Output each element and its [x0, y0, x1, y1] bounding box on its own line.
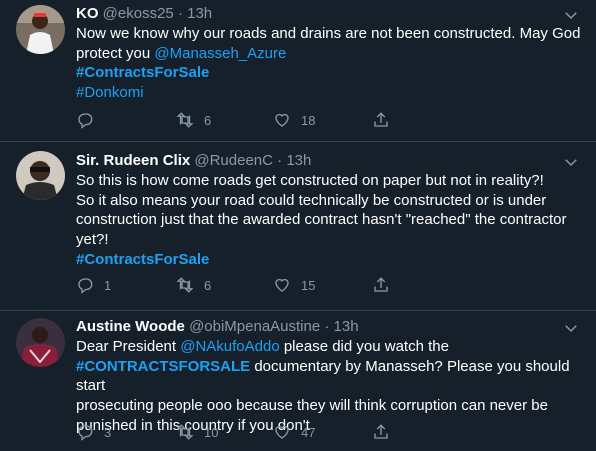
retweet-button[interactable]: 10: [176, 422, 218, 442]
timestamp[interactable]: 13h: [334, 318, 359, 335]
heart-icon: [275, 278, 289, 292]
text-line: yet?!: [76, 231, 109, 249]
tweet-text: So this is how come roads get constructe…: [76, 171, 581, 270]
text-line: protect you @Manasseh_Azure: [76, 44, 581, 64]
tweet[interactable]: KO @ekoss25 · 13h Now we know why our ro…: [0, 0, 596, 142]
tweet-header: Austine Woode @obiMpenaAustine · 13h: [76, 317, 359, 337]
reply-count: 3: [104, 424, 112, 440]
retweet-count: 10: [204, 424, 219, 440]
reply-button[interactable]: [76, 110, 94, 130]
author-name[interactable]: Austine Woode: [76, 318, 185, 335]
like-count: 15: [301, 277, 316, 293]
tweet[interactable]: Austine Woode @obiMpenaAustine · 13h Dea…: [0, 311, 596, 451]
reply-icon: [78, 113, 93, 129]
share-button[interactable]: [372, 422, 390, 442]
share-icon: [374, 277, 388, 292]
author-handle[interactable]: @ekoss25: [103, 5, 174, 22]
author-handle[interactable]: @RudeenC: [194, 152, 273, 169]
avatar[interactable]: [16, 318, 65, 367]
timestamp[interactable]: 13h: [187, 5, 212, 22]
mention-link[interactable]: @NAkufoAddo: [180, 338, 279, 355]
tweet-header: Sir. Rudeen Clix @RudeenC · 13h: [76, 151, 311, 171]
author-name[interactable]: KO: [76, 5, 99, 22]
like-button[interactable]: 18: [273, 110, 315, 130]
retweet-button[interactable]: 6: [176, 110, 211, 130]
retweet-icon: [176, 112, 194, 128]
text-fragment: protect you: [76, 44, 155, 62]
hashtag-link[interactable]: #ContractsForSale: [76, 251, 209, 268]
text-fragment: Dear President: [76, 338, 181, 355]
like-button[interactable]: 47: [273, 422, 315, 442]
chevron-down-icon[interactable]: [562, 6, 580, 24]
share-icon: [374, 424, 388, 439]
reply-button[interactable]: 1: [76, 275, 111, 295]
retweet-count: 6: [204, 112, 212, 128]
like-button[interactable]: 15: [273, 275, 315, 295]
reply-icon: [78, 425, 93, 441]
share-button[interactable]: [372, 110, 390, 130]
text-line: So it also means your road could technic…: [76, 191, 547, 209]
text-line: prosecuting people ooo because they will…: [76, 397, 548, 415]
author-name[interactable]: Sir. Rudeen Clix: [76, 152, 190, 169]
text-line: construction just that the awarded contr…: [76, 211, 567, 229]
separator: ·: [272, 152, 287, 169]
reply-icon: [78, 278, 93, 294]
retweet-icon: [176, 277, 194, 293]
reply-button[interactable]: 3: [76, 422, 111, 442]
retweet-count: 6: [204, 277, 212, 293]
mention-link[interactable]: @Manasseh_Azure: [154, 45, 286, 62]
text-line: punished in this country if you don't: [76, 416, 310, 434]
author-handle[interactable]: @obiMpenaAustine: [189, 318, 320, 335]
separator: ·: [320, 318, 334, 335]
like-count: 18: [301, 112, 316, 128]
heart-icon: [275, 113, 289, 127]
text-line: Now we know why our roads and drains are…: [76, 25, 581, 42]
chevron-down-icon[interactable]: [562, 319, 580, 337]
tweet-text: Dear President @NAkufoAddo please did yo…: [76, 337, 581, 436]
avatar[interactable]: [16, 5, 65, 54]
share-icon: [374, 112, 388, 127]
retweet-icon: [176, 424, 194, 440]
tweet-text: Now we know why our roads and drains are…: [76, 24, 581, 103]
separator: ·: [173, 5, 188, 22]
heart-icon: [275, 425, 289, 439]
hashtag-link[interactable]: #CONTRACTSFORSALE: [76, 358, 250, 375]
avatar[interactable]: [16, 151, 65, 200]
chevron-down-icon[interactable]: [562, 153, 580, 171]
share-button[interactable]: [372, 275, 390, 295]
timestamp[interactable]: 13h: [286, 152, 311, 169]
like-count: 47: [301, 424, 316, 440]
text-line: So this is how come roads get constructe…: [76, 172, 544, 189]
text-line: Dear President @NAkufoAddo please did yo…: [76, 337, 581, 357]
reply-count: 1: [104, 277, 112, 293]
text-fragment: please did you watch the: [279, 338, 449, 355]
retweet-button[interactable]: 6: [176, 275, 211, 295]
hashtag-link[interactable]: #ContractsForSale: [76, 64, 209, 81]
tweet-header: KO @ekoss25 · 13h: [76, 4, 212, 24]
text-line: #CONTRACTSFORSALE documentary by Manasse…: [76, 357, 581, 396]
tweet[interactable]: Sir. Rudeen Clix @RudeenC · 13h So this …: [0, 142, 596, 311]
hashtag-link[interactable]: #Donkomi: [76, 84, 144, 101]
